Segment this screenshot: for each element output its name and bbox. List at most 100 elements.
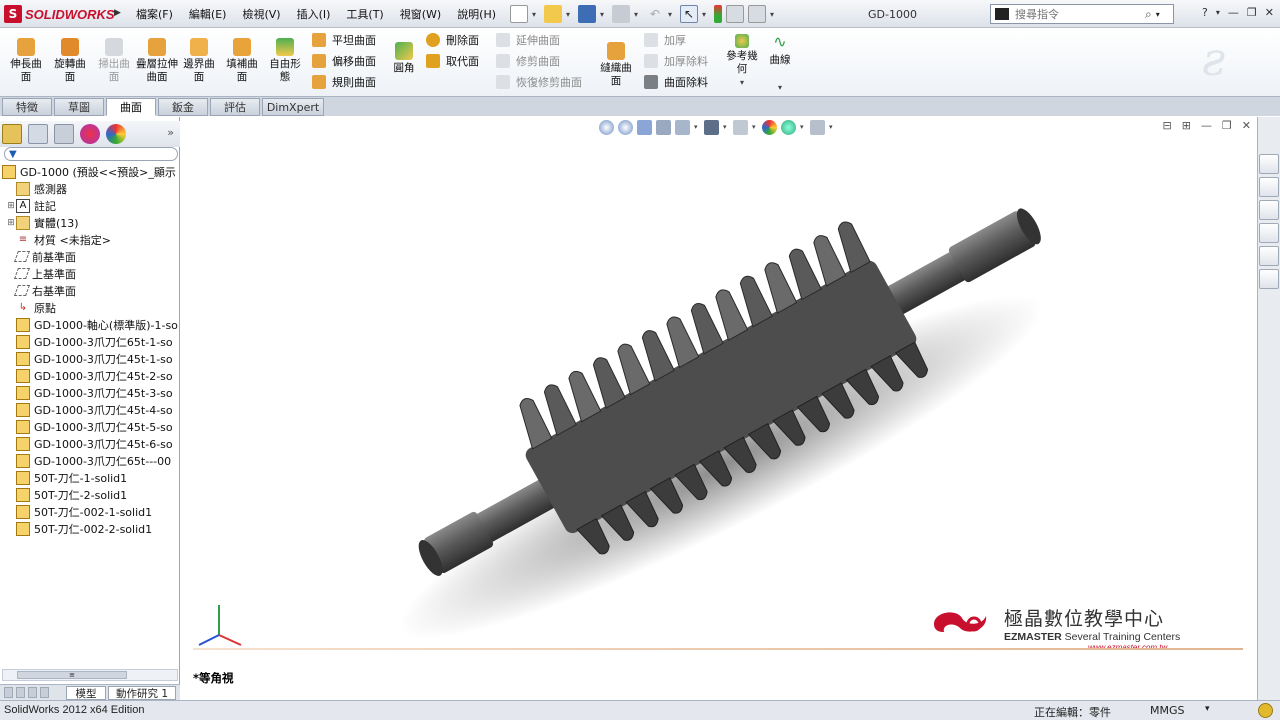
tree-item[interactable]: GD-1000-3爪刀仁45t-4-so — [0, 401, 180, 418]
print-dropdown-icon[interactable]: ▾ — [634, 10, 642, 19]
tree-item[interactable]: 右基準面 — [0, 282, 180, 299]
menu-expand-icon[interactable]: ▶ — [114, 8, 122, 20]
new-document-icon[interactable] — [510, 5, 528, 23]
help-icon[interactable]: ? — [1202, 6, 1208, 19]
undo-dropdown-icon[interactable]: ▾ — [668, 10, 676, 19]
offset-surface-button[interactable]: 偏移曲面 — [312, 52, 376, 70]
tree-item[interactable]: GD-1000-3爪刀仁45t-1-so — [0, 350, 180, 367]
select-dropdown-icon[interactable]: ▾ — [702, 10, 710, 19]
prev-tab-icon[interactable] — [16, 687, 25, 698]
rebuild-icon[interactable] — [714, 5, 722, 23]
tree-item[interactable]: 50T-刀仁-002-2-solid1 — [0, 520, 180, 537]
revolved-surface-button[interactable]: 旋轉曲面 — [50, 36, 90, 84]
knit-surface-button[interactable]: 縫織曲面 — [596, 40, 636, 88]
units-selector[interactable]: MMGS — [1150, 704, 1185, 717]
tab-model[interactable]: 模型 — [66, 686, 106, 700]
tree-item[interactable]: ⊞ A 註記 — [0, 197, 180, 214]
swept-surface-button[interactable]: 掃出曲面 — [94, 36, 134, 84]
search-icon[interactable]: ⌕ — [1145, 7, 1152, 22]
extruded-surface-button[interactable]: 伸長曲面 — [6, 36, 46, 84]
tree-item[interactable]: GD-1000-3爪刀仁45t-3-so — [0, 384, 180, 401]
tree-item[interactable]: GD-1000-3爪刀仁45t-2-so — [0, 367, 180, 384]
planar-surface-button[interactable]: 平坦曲面 — [312, 31, 376, 49]
minimize-icon[interactable]: — — [1228, 6, 1239, 19]
tree-item[interactable]: 前基準面 — [0, 248, 180, 265]
search-commands[interactable]: ⌕▾ — [990, 4, 1174, 24]
solidworks-logo[interactable]: S SOLIDWORKS — [4, 5, 115, 23]
extend-surface-button[interactable]: 延伸曲面 — [496, 31, 560, 49]
options-dropdown-icon[interactable]: ▾ — [770, 10, 778, 19]
tree-item[interactable]: 50T-刀仁-002-1-solid1 — [0, 503, 180, 520]
menu-file[interactable]: 檔案(F) — [128, 6, 181, 22]
close-icon[interactable]: ✕ — [1265, 6, 1274, 19]
tree-root[interactable]: GD-1000 (預設<<預設>_顯示 — [0, 163, 180, 180]
search-dropdown-icon[interactable]: ▾ — [1156, 10, 1160, 19]
thicken-button[interactable]: 加厚 — [644, 31, 686, 49]
feature-tree-tab-icon[interactable] — [2, 124, 22, 144]
menu-window[interactable]: 視窗(W) — [392, 6, 449, 22]
property-manager-tab-icon[interactable] — [28, 124, 48, 144]
graphics-area[interactable]: ▾ ▾ ▾ ▾ ▾ ⊟ ⊞ — ❐ ✕ *等角視 極晶數位教學中心 EZMAST… — [181, 117, 1257, 700]
units-dropdown-icon[interactable]: ▾ — [1205, 704, 1210, 714]
save-dropdown-icon[interactable]: ▾ — [600, 10, 608, 19]
tree-item[interactable]: GD-1000-3爪刀仁45t-6-so — [0, 435, 180, 452]
menu-help[interactable]: 說明(H) — [449, 6, 504, 22]
undo-icon[interactable]: ↶ — [646, 5, 664, 23]
next-tab-icon[interactable] — [28, 687, 37, 698]
reference-geometry-button[interactable]: 參考幾何 ▾ — [722, 32, 762, 89]
thickened-cut-button[interactable]: 加厚除料 — [644, 52, 708, 70]
curves-button[interactable]: ∿ 曲線 ▾ — [760, 32, 800, 94]
tab-motion-study[interactable]: 動作研究 1 — [108, 686, 176, 700]
dimxpert-manager-tab-icon[interactable] — [80, 124, 100, 144]
appearances-scenes-icon[interactable] — [1259, 246, 1279, 266]
menu-insert[interactable]: 插入(I) — [289, 6, 339, 22]
untrim-surface-button[interactable]: 恢復修剪曲面 — [496, 73, 582, 91]
tree-filter[interactable]: ▼ — [4, 147, 178, 161]
tree-item[interactable]: 50T-刀仁-2-solid1 — [0, 486, 180, 503]
fillet-button[interactable]: 圓角 — [384, 40, 424, 75]
display-manager-tab-icon[interactable] — [106, 124, 126, 144]
help-dropdown-icon[interactable]: ▾ — [1216, 8, 1220, 17]
quick-tips-icon[interactable] — [1258, 703, 1273, 718]
file-explorer-icon[interactable] — [1259, 200, 1279, 220]
reference-geometry-dropdown-icon[interactable]: ▾ — [722, 76, 762, 89]
search-results-icon[interactable] — [1259, 223, 1279, 243]
restore-icon[interactable]: ❐ — [1247, 6, 1257, 19]
tree-item[interactable]: ↳ 原點 — [0, 299, 180, 316]
open-dropdown-icon[interactable]: ▾ — [566, 10, 574, 19]
tree-item[interactable]: 感測器 — [0, 180, 180, 197]
tree-item[interactable]: GD-1000-3爪刀仁65t---00 — [0, 452, 180, 469]
first-tab-icon[interactable] — [4, 687, 13, 698]
tab-sketch[interactable]: 草圖 — [54, 98, 104, 116]
expand-icon[interactable]: ⊞ — [6, 201, 16, 211]
open-folder-icon[interactable] — [544, 5, 562, 23]
scrollbar-thumb[interactable]: ≡ — [17, 671, 127, 679]
tree-item[interactable]: GD-1000-軸心(標準版)-1-so — [0, 316, 180, 333]
ruled-surface-button[interactable]: 規則曲面 — [312, 73, 376, 91]
tree-item[interactable]: ⊞ 實體(13) — [0, 214, 180, 231]
configuration-manager-tab-icon[interactable] — [54, 124, 74, 144]
options-icon[interactable] — [748, 5, 766, 23]
tab-surfaces[interactable]: 曲面 — [106, 98, 156, 116]
menu-tools[interactable]: 工具(T) — [338, 6, 391, 22]
tab-sheet-metal[interactable]: 鈑金 — [158, 98, 208, 116]
delete-face-button[interactable]: 刪除面 — [426, 31, 479, 49]
filled-surface-button[interactable]: 填補曲面 — [222, 36, 262, 84]
tab-dimxpert[interactable]: DimXpert — [262, 98, 324, 116]
lofted-surface-button[interactable]: 疊層拉伸曲面 — [136, 36, 178, 84]
tree-item[interactable]: 50T-刀仁-1-solid1 — [0, 469, 180, 486]
save-icon[interactable] — [578, 5, 596, 23]
tree-item[interactable]: ≡ 材質 <未指定> — [0, 231, 180, 248]
expand-icon[interactable]: ⊞ — [6, 218, 16, 228]
replace-face-button[interactable]: 取代面 — [426, 52, 479, 70]
tree-item[interactable]: GD-1000-3爪刀仁65t-1-so — [0, 333, 180, 350]
curves-dropdown-icon[interactable]: ▾ — [760, 81, 800, 94]
solidworks-resources-icon[interactable] — [1259, 154, 1279, 174]
custom-properties-icon[interactable] — [1259, 269, 1279, 289]
boundary-surface-button[interactable]: 邊界曲面 — [179, 36, 219, 84]
new-dropdown-icon[interactable]: ▾ — [532, 10, 540, 19]
last-tab-icon[interactable] — [40, 687, 49, 698]
cut-with-surface-button[interactable]: 曲面除料 — [644, 73, 708, 91]
print-icon[interactable] — [612, 5, 630, 23]
tree-item[interactable]: GD-1000-3爪刀仁45t-5-so — [0, 418, 180, 435]
